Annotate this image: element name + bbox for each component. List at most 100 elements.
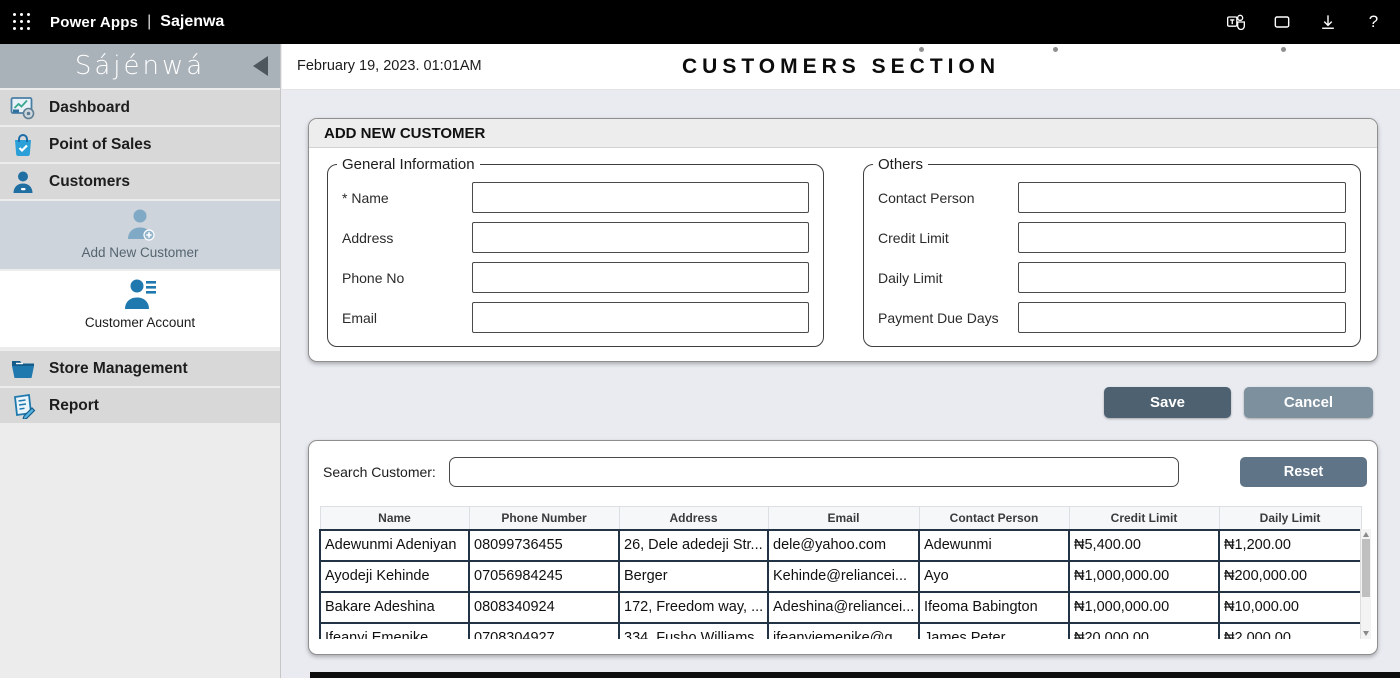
payment-due-days-label: Payment Due Days: [878, 310, 1018, 326]
scrollbar-thumb[interactable]: [1362, 539, 1370, 597]
col-header-daily-limit[interactable]: Daily Limit: [1219, 507, 1361, 530]
col-header-address[interactable]: Address: [619, 507, 768, 530]
reset-button[interactable]: Reset: [1240, 457, 1367, 487]
col-header-phone[interactable]: Phone Number: [469, 507, 619, 530]
top-app-bar: Power Apps | Sajenwa ?: [0, 0, 1400, 44]
sidebar-item-label: Customers: [49, 173, 130, 191]
col-header-email[interactable]: Email: [768, 507, 919, 530]
cell-name: Bakare Adeshina: [320, 592, 469, 623]
sidebar-item-dashboard[interactable]: Dashboard: [0, 90, 280, 125]
help-icon[interactable]: ?: [1363, 12, 1384, 33]
cell-email: Adeshina@reliancei...: [768, 592, 919, 623]
cell-credit-limit: ₦5,400.00: [1069, 530, 1219, 561]
download-icon[interactable]: [1317, 12, 1338, 33]
daily-limit-label: Daily Limit: [878, 270, 1018, 286]
group-legend: General Information: [337, 156, 480, 173]
cell-email: dele@yahoo.com: [768, 530, 919, 561]
panel-title: ADD NEW CUSTOMER: [309, 119, 1377, 148]
sidebar-subitem-customer-account[interactable]: Customer Account: [0, 271, 280, 347]
teams-icon[interactable]: [1225, 12, 1246, 33]
search-customer-label: Search Customer:: [323, 464, 436, 480]
col-header-contact-person[interactable]: Contact Person: [919, 507, 1069, 530]
sidebar-item-label: Store Management: [49, 360, 188, 378]
name-label: * Name: [342, 190, 472, 206]
page-header: February 19, 2023. 01:01AM CUSTOMERS SEC…: [282, 44, 1400, 90]
cell-email: Kehinde@reliancei...: [768, 561, 919, 592]
collapse-sidebar-icon[interactable]: [253, 56, 268, 76]
resize-handle-dot: [1053, 47, 1058, 52]
cell-credit-limit: ₦1,000,000.00: [1069, 592, 1219, 623]
table-row[interactable]: Ifeanyi Emenike 0708304927 334, Fusho Wi…: [320, 623, 1361, 640]
resize-handle-dot: [919, 47, 924, 52]
pos-icon: [9, 131, 36, 158]
page-body: ADD NEW CUSTOMER General Information * N…: [282, 90, 1400, 678]
group-legend: Others: [873, 156, 928, 173]
customers-table: Name Phone Number Address Email Contact …: [319, 506, 1371, 639]
cell-phone: 07056984245: [469, 561, 619, 592]
cell-contact-person: Adewunmi: [919, 530, 1069, 561]
bottom-edge-bar: [310, 672, 1400, 678]
name-field[interactable]: [472, 182, 809, 213]
customers-icon: [9, 168, 36, 195]
brand-logo: Sájénwá: [75, 51, 205, 81]
cell-address: 334, Fusho Williams...: [619, 623, 768, 640]
cell-daily-limit: ₦1,200.00: [1219, 530, 1361, 561]
col-header-name[interactable]: Name: [320, 507, 469, 530]
cell-credit-limit: ₦1,000,000.00: [1069, 561, 1219, 592]
sidebar-item-customers[interactable]: Customers: [0, 164, 280, 199]
sidebar-item-store-management[interactable]: Store Management: [0, 351, 280, 386]
cell-daily-limit: ₦2,000.00: [1219, 623, 1361, 640]
sidebar-subitem-add-new-customer[interactable]: Add New Customer: [0, 201, 280, 269]
app-name: Power Apps: [50, 14, 138, 31]
contact-person-label: Contact Person: [878, 190, 1018, 206]
cell-name: Adewunmi Adeniyan: [320, 530, 469, 561]
cell-credit-limit: ₦20,000.00: [1069, 623, 1219, 640]
cancel-button[interactable]: Cancel: [1244, 387, 1373, 418]
table-row[interactable]: Ayodeji Kehinde 07056984245 Berger Kehin…: [320, 561, 1361, 592]
sidebar-item-report[interactable]: Report: [0, 388, 280, 423]
scroll-up-icon[interactable]: [1363, 532, 1369, 537]
sidebar-subitem-label: Customer Account: [0, 315, 280, 330]
phone-field[interactable]: [472, 262, 809, 293]
general-information-group: General Information * Name Address Phone…: [327, 156, 824, 347]
cell-address: 26, Dele adedeji Str...: [619, 530, 768, 561]
cell-address: 172, Freedom way, ...: [619, 592, 768, 623]
sidebar: Sájénwá Dashboard Point of Sales Custome…: [0, 44, 281, 678]
title-separator: |: [147, 13, 151, 31]
scroll-down-icon[interactable]: [1363, 631, 1369, 636]
cell-contact-person: Ifeoma Babington: [919, 592, 1069, 623]
search-customer-input[interactable]: [449, 457, 1179, 487]
address-field[interactable]: [472, 222, 809, 253]
col-header-credit-limit[interactable]: Credit Limit: [1069, 507, 1219, 530]
sidebar-subitem-label: Add New Customer: [0, 245, 280, 260]
fit-screen-icon[interactable]: [1271, 12, 1292, 33]
phone-label: Phone No: [342, 270, 472, 286]
credit-limit-label: Credit Limit: [878, 230, 1018, 246]
cell-address: Berger: [619, 561, 768, 592]
table-row[interactable]: Bakare Adeshina 0808340924 172, Freedom …: [320, 592, 1361, 623]
email-label: Email: [342, 310, 472, 326]
add-new-customer-icon: [121, 208, 159, 242]
table-row[interactable]: Adewunmi Adeniyan 08099736455 26, Dele a…: [320, 530, 1361, 561]
main-content: February 19, 2023. 01:01AM CUSTOMERS SEC…: [282, 44, 1400, 678]
credit-limit-field[interactable]: [1018, 222, 1346, 253]
address-label: Address: [342, 230, 472, 246]
cell-daily-limit: ₦200,000.00: [1219, 561, 1361, 592]
environment-name: Sajenwa: [160, 13, 224, 31]
sidebar-item-point-of-sales[interactable]: Point of Sales: [0, 127, 280, 162]
cell-contact-person: Ayo: [919, 561, 1069, 592]
email-field[interactable]: [472, 302, 809, 333]
payment-due-days-field[interactable]: [1018, 302, 1346, 333]
page-title: CUSTOMERS SECTION: [282, 55, 1400, 79]
waffle-icon[interactable]: [13, 13, 31, 31]
daily-limit-field[interactable]: [1018, 262, 1346, 293]
add-new-customer-panel: ADD NEW CUSTOMER General Information * N…: [308, 118, 1378, 362]
cell-phone: 0808340924: [469, 592, 619, 623]
cell-phone: 08099736455: [469, 530, 619, 561]
contact-person-field[interactable]: [1018, 182, 1346, 213]
cell-email: ifeanyiemenike@g...: [768, 623, 919, 640]
save-button[interactable]: Save: [1104, 387, 1231, 418]
cell-contact-person: James Peter: [919, 623, 1069, 640]
report-icon: [9, 392, 36, 419]
store-icon: [9, 355, 36, 382]
